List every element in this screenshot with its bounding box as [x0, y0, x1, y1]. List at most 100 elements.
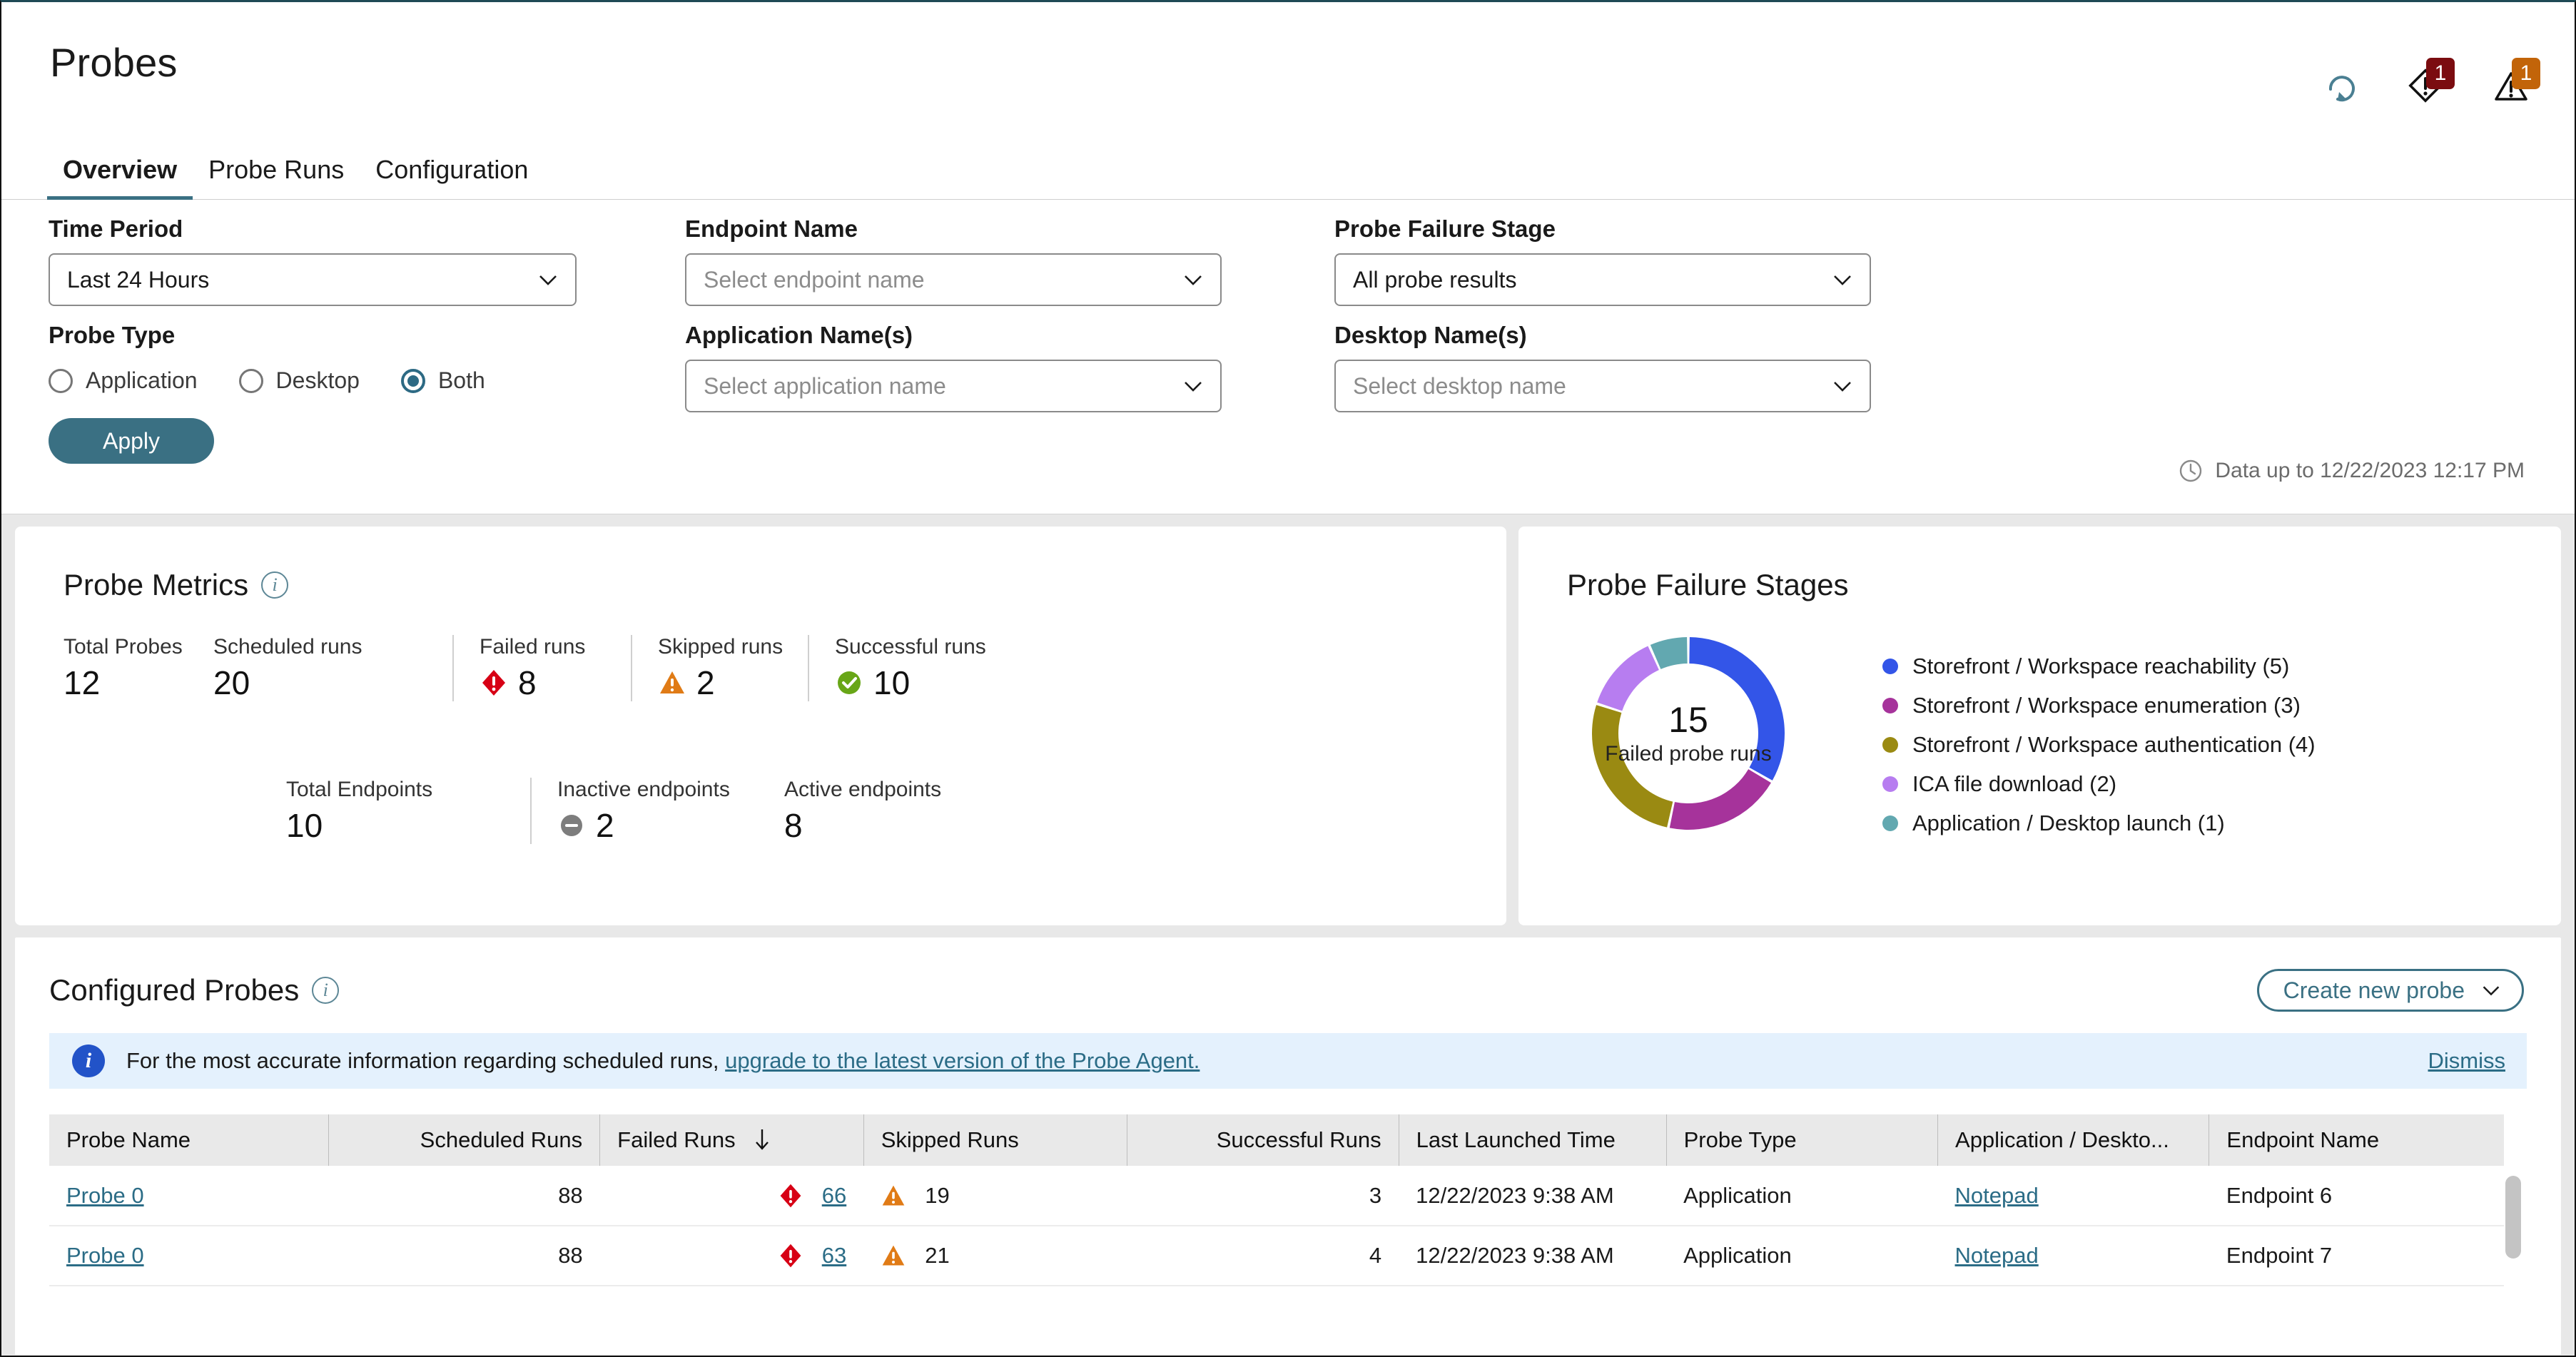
col-scheduled-runs[interactable]: Scheduled Runs [328, 1114, 601, 1166]
create-new-probe-button[interactable]: Create new probe [2256, 969, 2524, 1012]
tab-configuration[interactable]: Configuration [360, 155, 544, 199]
donut-segment[interactable] [1597, 646, 1659, 711]
probe-metrics-row-2: Total Endpoints 10 Inactive endpoints 2 [286, 778, 941, 844]
probes-table-wrapper: Probe Name Scheduled Runs Failed Runs Sk… [49, 1114, 2527, 1291]
info-icon[interactable]: i [261, 571, 289, 599]
tab-overview[interactable]: Overview [47, 155, 193, 201]
application-link[interactable]: Notepad [1955, 1183, 2039, 1208]
refresh-icon[interactable] [2322, 68, 2362, 108]
banner-dismiss-link[interactable]: Dismiss [2428, 1048, 2506, 1074]
legend-color-dot [1882, 815, 1898, 831]
tab-probe-runs[interactable]: Probe Runs [193, 155, 360, 199]
radio-application[interactable]: Application [49, 367, 198, 394]
metric-value: 20 [213, 665, 452, 701]
probe-name-link[interactable]: Probe 0 [66, 1243, 144, 1268]
failed-diamond-icon [482, 670, 505, 696]
metric-total-endpoints: Total Endpoints 10 [286, 778, 530, 844]
radio-both[interactable]: Both [400, 367, 485, 394]
probe-name-link[interactable]: Probe 0 [66, 1183, 144, 1208]
probe-failure-stage-label: Probe Failure Stage [1334, 215, 1556, 242]
metric-label: Total Endpoints [286, 778, 433, 801]
legend-item[interactable]: Storefront / Workspace enumeration (3) [1882, 686, 2316, 725]
cell-probe-name: Probe 0 [49, 1166, 329, 1226]
probe-type-label: Probe Type [49, 322, 176, 348]
col-successful-runs[interactable]: Successful Runs [1127, 1114, 1399, 1166]
desktop-names-label: Desktop Name(s) [1334, 322, 1527, 348]
metric-number: 8 [518, 664, 537, 701]
table-row: Probe 0 88 66 19 3 12/22/2023 9:38 AM Ap… [49, 1166, 2504, 1226]
time-period-select[interactable]: Last 24 Hours [49, 253, 577, 306]
col-probe-name[interactable]: Probe Name [49, 1114, 329, 1166]
metric-value: 10 [835, 665, 986, 701]
metric-skipped-runs: Skipped runs 2 [632, 635, 808, 701]
configured-probes-title: Configured Probes [49, 973, 300, 1007]
legend-color-dot [1882, 658, 1898, 674]
cell-scheduled-runs: 88 [328, 1226, 600, 1286]
banner-upgrade-link[interactable]: upgrade to the latest version of the Pro… [725, 1048, 1200, 1074]
data-up-to: Data up to 12/22/2023 12:17 PM [2178, 458, 2525, 484]
cell-probe-type: Application [1666, 1226, 1938, 1286]
donut-segment[interactable] [1689, 637, 1785, 781]
table-header-row: Probe Name Scheduled Runs Failed Runs Sk… [49, 1114, 2504, 1166]
metric-label: Successful runs [835, 635, 986, 659]
failed-runs-link[interactable]: 66 [822, 1183, 846, 1209]
donut-segment[interactable] [1669, 769, 1771, 830]
legend-item[interactable]: Storefront / Workspace authentication (4… [1882, 725, 2316, 764]
clock-icon [2180, 459, 2202, 482]
radio-desktop[interactable]: Desktop [238, 367, 360, 394]
legend-color-dot [1882, 736, 1898, 753]
skipped-runs-value: 21 [925, 1243, 950, 1268]
metric-label: Skipped runs [658, 635, 784, 659]
probe-failure-stage-value: All probe results [1353, 266, 1517, 293]
data-up-to-text: Data up to 12/22/2023 12:17 PM [2215, 459, 2525, 482]
metric-value: 12 [64, 665, 213, 701]
donut-segment[interactable] [1592, 705, 1673, 828]
probe-failure-stage-select[interactable]: All probe results [1334, 253, 1871, 306]
legend-label: Application / Desktop launch (1) [1912, 810, 2225, 835]
metric-label: Active endpoints [784, 778, 942, 801]
metric-number: 12 [64, 664, 101, 701]
cell-probe-type: Application [1666, 1166, 1938, 1226]
apply-button[interactable]: Apply [49, 418, 214, 464]
table-vertical-scrollbar[interactable] [2505, 1176, 2521, 1259]
filter-bar: Time Period Last 24 Hours Probe Type App… [1, 200, 2575, 514]
cell-application-desktop: Notepad [1937, 1166, 2209, 1226]
critical-alert-icon[interactable]: 1 [2408, 58, 2455, 108]
metric-number: 10 [286, 807, 323, 844]
metric-label: Failed runs [480, 635, 586, 659]
application-names-select[interactable]: Select application name [685, 360, 1222, 412]
skipped-triangle-icon [882, 1245, 905, 1266]
endpoint-name-label: Endpoint Name [685, 215, 858, 242]
cell-successful-runs: 3 [1127, 1166, 1399, 1226]
legend-item[interactable]: ICA file download (2) [1882, 764, 2316, 803]
application-link[interactable]: Notepad [1955, 1243, 2039, 1268]
metric-value: 8 [480, 665, 631, 701]
success-check-icon [838, 671, 861, 695]
col-last-launched-time[interactable]: Last Launched Time [1399, 1114, 1667, 1166]
metric-number: 8 [784, 807, 803, 844]
metric-number: 2 [596, 807, 614, 844]
legend-item[interactable]: Storefront / Workspace reachability (5) [1882, 646, 2316, 686]
desktop-names-select[interactable]: Select desktop name [1334, 360, 1871, 412]
failed-runs-link[interactable]: 63 [822, 1243, 846, 1269]
metrics-cards-row: Probe Metrics i Total Probes 12 Schedule… [1, 514, 2575, 925]
col-probe-type[interactable]: Probe Type [1666, 1114, 1939, 1166]
legend-item[interactable]: Application / Desktop launch (1) [1882, 803, 2316, 843]
legend-label: Storefront / Workspace enumeration (3) [1912, 692, 2301, 718]
cell-failed-runs: 66 [599, 1166, 864, 1226]
col-failed-runs[interactable]: Failed Runs [599, 1114, 864, 1166]
col-application-desktop[interactable]: Application / Deskto... [1937, 1114, 2210, 1166]
probe-failure-stages-title: Probe Failure Stages [1567, 568, 1849, 601]
col-skipped-runs[interactable]: Skipped Runs [863, 1114, 1128, 1166]
chevron-down-icon [1185, 275, 1202, 285]
endpoint-name-select[interactable]: Select endpoint name [685, 253, 1222, 306]
desktop-names-value: Select desktop name [1353, 372, 1566, 399]
legend-color-dot [1882, 776, 1898, 792]
col-endpoint-name[interactable]: Endpoint Name [2209, 1114, 2504, 1166]
cell-endpoint-name: Endpoint 7 [2209, 1226, 2504, 1286]
application-names-label: Application Name(s) [685, 322, 913, 348]
configured-probes-header: Configured Probes i Create new probe [15, 937, 2561, 1012]
warning-alert-icon[interactable]: 1 [2493, 58, 2540, 108]
metric-value: 2 [557, 808, 759, 844]
info-icon[interactable]: i [312, 977, 340, 1004]
